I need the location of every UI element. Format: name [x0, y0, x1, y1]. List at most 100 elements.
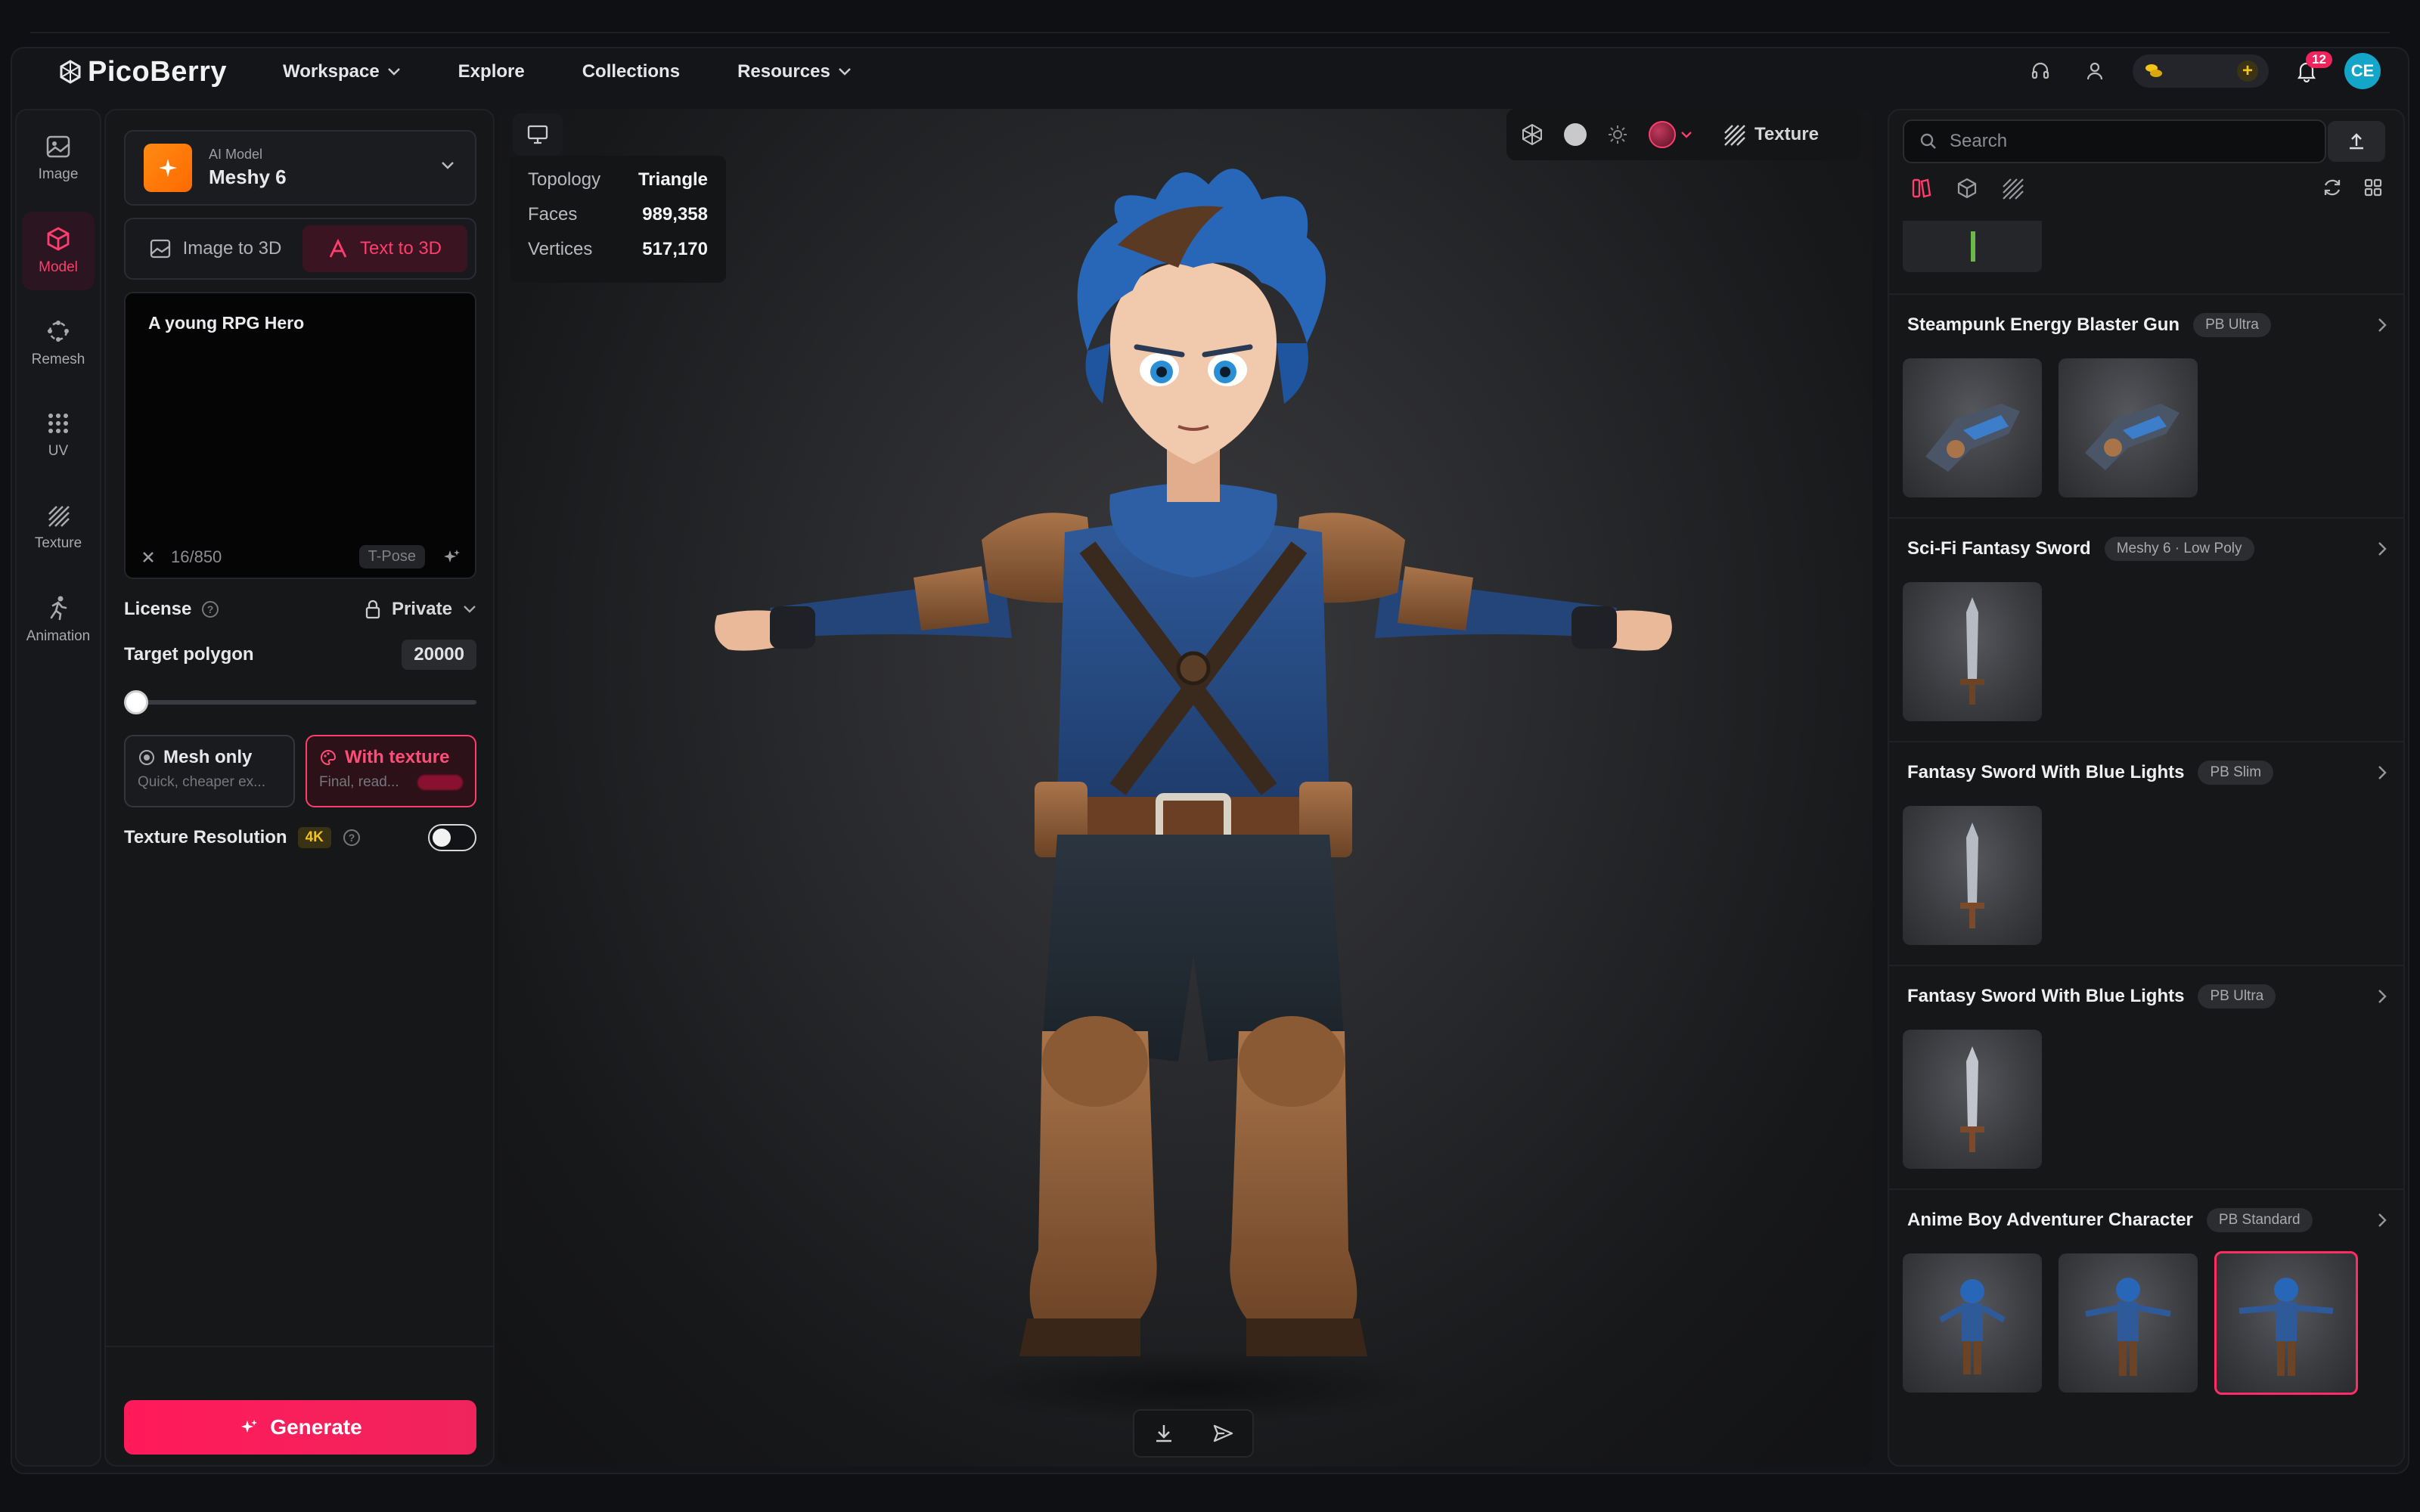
target-polygon-slider[interactable]	[124, 690, 476, 714]
asset-thumbnail[interactable]	[2059, 1253, 2198, 1393]
asset-thumbnail[interactable]	[1903, 582, 2042, 721]
asset-title[interactable]: Steampunk Energy Blaster Gun	[1907, 314, 2180, 336]
avatar[interactable]: CE	[2344, 53, 2381, 89]
send-icon[interactable]	[1212, 1422, 1234, 1445]
notifications-bell-icon[interactable]: 12	[2290, 51, 2332, 88]
rail-item-uv[interactable]: UV	[22, 396, 95, 475]
license-row: License ? Private	[124, 594, 476, 624]
rail-item-texture[interactable]: Texture	[22, 488, 95, 567]
add-credits-icon[interactable]: +	[2237, 60, 2258, 82]
asset-thumbnail[interactable]	[2059, 358, 2198, 497]
asset-thumbnail[interactable]	[1903, 806, 2042, 945]
asset-thumbnail[interactable]	[1903, 358, 2042, 497]
tab-textures-icon[interactable]	[2001, 177, 2024, 200]
library-filter-tabs	[1910, 177, 2024, 200]
texture-view-toggle[interactable]: Texture	[1723, 123, 1819, 146]
3d-viewport[interactable]: Topology Triangle Faces 989,358 Vertices 51…	[498, 109, 1872, 1467]
light-icon[interactable]	[1606, 123, 1629, 146]
license-label: License	[124, 599, 192, 619]
stat-label: Vertices	[528, 239, 593, 259]
refresh-icon[interactable]	[2322, 177, 2343, 198]
download-icon[interactable]	[1153, 1422, 1175, 1445]
grid-view-icon[interactable]	[2363, 177, 2384, 198]
chevron-down-icon	[838, 68, 851, 76]
rail-item-image[interactable]: Image	[22, 119, 95, 198]
clear-x-icon[interactable]	[141, 550, 156, 565]
user-icon[interactable]	[2078, 54, 2111, 88]
with-texture-option[interactable]: With texture Final, read...	[306, 735, 476, 807]
nav-explore[interactable]: Explore	[458, 61, 525, 82]
texture-resolution-toggle[interactable]	[428, 824, 476, 851]
texture-icon	[1724, 125, 1745, 146]
ai-model-caption: AI Model	[209, 147, 263, 162]
asset-item: Fantasy Sword With Blue Lights PB Slim	[1889, 741, 2403, 965]
tab-models-cube-icon[interactable]	[1956, 177, 1978, 200]
slider-handle[interactable]	[124, 690, 148, 714]
credits-pill[interactable]: +	[2133, 54, 2269, 88]
svg-text:?: ?	[207, 603, 214, 615]
image-to-3d-button[interactable]: Image to 3D	[133, 225, 298, 272]
search-icon	[1920, 133, 1936, 149]
chevron-right-icon[interactable]	[2376, 764, 2388, 781]
sparkle-icon	[241, 1420, 258, 1433]
sparkle-enhance-icon[interactable]	[442, 547, 461, 567]
target-polygon-input[interactable]: 20000	[402, 640, 476, 670]
material-ball-icon[interactable]	[1649, 121, 1692, 148]
asset-title[interactable]: Fantasy Sword With Blue Lights	[1907, 986, 2184, 1007]
chevron-right-icon[interactable]	[2376, 1212, 2388, 1228]
help-circle-icon[interactable]: ?	[200, 600, 220, 619]
asset-title[interactable]: Fantasy Sword With Blue Lights	[1907, 762, 2184, 783]
nav-resources-label: Resources	[737, 61, 830, 82]
prompt-textarea[interactable]: A young RPG Hero 16/850 T-Pose	[124, 292, 476, 579]
asset-thumbnail[interactable]	[1903, 1253, 2042, 1393]
top-nav: PicoBerry Workspace Explore Collections …	[11, 47, 2409, 97]
running-icon	[50, 596, 67, 621]
search-input[interactable]: Search	[1903, 119, 2326, 163]
help-circle-icon[interactable]: ?	[342, 828, 361, 847]
asset-title[interactable]: Sci-Fi Fantasy Sword	[1907, 538, 2091, 559]
rail-item-animation[interactable]: Animation	[22, 581, 95, 659]
chevron-right-icon[interactable]	[2376, 988, 2388, 1005]
sparkle-logo-icon	[144, 144, 192, 192]
generate-button[interactable]: Generate	[124, 1400, 476, 1455]
mesh-only-option[interactable]: Mesh only Quick, cheaper ex...	[124, 735, 295, 807]
chevron-right-icon[interactable]	[2376, 317, 2388, 333]
support-headset-icon[interactable]	[2024, 54, 2057, 88]
texture-view-label: Texture	[1754, 124, 1819, 144]
asset-thumbnail[interactable]	[1903, 1030, 2042, 1169]
asset-library-panel: Search Steampunk Energy Blaster Gun PB U…	[1888, 109, 2405, 1467]
char-count: 16/850	[171, 547, 222, 566]
tab-all-assets-icon[interactable]	[1910, 177, 1933, 200]
rail-item-model[interactable]: Model	[22, 212, 95, 290]
asset-tag: Meshy 6 · Low Poly	[2104, 537, 2254, 561]
nav-workspace[interactable]: Workspace	[283, 61, 401, 82]
stat-label: Faces	[528, 204, 578, 225]
license-dropdown[interactable]: Private	[365, 599, 476, 620]
solid-sphere-icon[interactable]	[1564, 123, 1587, 146]
asset-thumbnail-selected[interactable]	[2214, 1251, 2358, 1395]
wireframe-icon[interactable]	[1520, 122, 1544, 147]
asset-tag: PB Slim	[2198, 761, 2274, 785]
asset-list[interactable]: Steampunk Energy Blaster Gun PB Ultra Sc…	[1889, 221, 2403, 1465]
nav-collections[interactable]: Collections	[582, 61, 680, 82]
text-to-3d-button[interactable]: Text to 3D	[302, 225, 467, 272]
monitor-icon[interactable]	[513, 113, 563, 156]
cube-icon	[47, 227, 70, 251]
partial-thumbnail[interactable]	[1903, 221, 2042, 272]
chevron-down-icon	[464, 606, 476, 613]
upload-button[interactable]	[2328, 121, 2385, 162]
window-top-line	[30, 32, 2390, 33]
mesh-only-sub: Quick, cheaper ex...	[138, 774, 265, 790]
chevron-right-icon[interactable]	[2376, 541, 2388, 557]
mesh-icon	[139, 750, 154, 765]
upload-icon	[2350, 133, 2363, 150]
t-pose-chip[interactable]: T-Pose	[358, 545, 425, 569]
berry-logo-icon	[60, 60, 81, 84]
ai-model-dropdown[interactable]: AI Model Meshy 6	[124, 130, 476, 206]
nav-resources[interactable]: Resources	[737, 61, 852, 82]
target-polygon-row: Target polygon 20000	[124, 638, 476, 671]
asset-title[interactable]: Anime Boy Adventurer Character	[1907, 1210, 2193, 1231]
rail-item-remesh[interactable]: Remesh	[22, 304, 95, 383]
app-logo[interactable]: PicoBerry	[57, 56, 227, 88]
viewport-toolbar: Texture	[1506, 109, 1860, 160]
